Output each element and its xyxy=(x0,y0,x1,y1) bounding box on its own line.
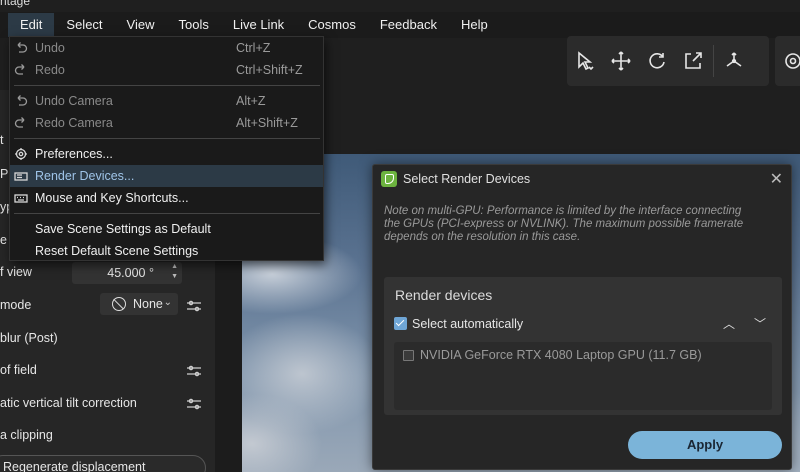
redo-camera-icon xyxy=(14,116,28,130)
menu-cosmos[interactable]: Cosmos xyxy=(296,13,368,37)
transform-toolgroup xyxy=(567,36,769,86)
menu-item-render-devices[interactable]: Render Devices... xyxy=(10,165,323,187)
mode-select-value: None xyxy=(133,297,163,311)
device-checkbox[interactable] xyxy=(403,350,414,361)
shortcut-text: Alt+Shift+Z xyxy=(236,116,298,130)
field-of-view-value: 45.000 ° xyxy=(107,266,154,280)
menu-tools[interactable]: Tools xyxy=(167,13,221,37)
panel-fragment-b: P xyxy=(0,167,9,181)
settings-icon[interactable] xyxy=(775,43,800,79)
render-toolgroup xyxy=(775,36,800,86)
pivot-icon[interactable] xyxy=(716,43,752,79)
clipping-label: a clipping xyxy=(0,428,53,442)
tilt-settings-icon[interactable] xyxy=(186,398,202,410)
menu-view[interactable]: View xyxy=(115,13,167,37)
dof-settings-icon[interactable] xyxy=(186,365,202,377)
rotate-icon[interactable] xyxy=(639,43,675,79)
render-devices-section: Render devices Select automatically ︿ ﹀ … xyxy=(384,277,782,415)
mode-label: mode xyxy=(0,298,32,312)
panel-fragment-a: t xyxy=(0,133,4,147)
shortcut-text: Ctrl+Shift+Z xyxy=(236,63,303,77)
dialog-title: Select Render Devices xyxy=(403,172,531,186)
motion-blur-label: blur (Post) xyxy=(0,331,58,345)
gpu-icon xyxy=(14,169,28,183)
menu-item-label: Preferences... xyxy=(35,147,113,161)
gear-icon xyxy=(14,147,28,161)
field-of-view-label: f view xyxy=(0,265,32,279)
depth-of-field-label: of field xyxy=(0,363,37,377)
menu-feedback[interactable]: Feedback xyxy=(368,13,449,37)
chevron-down-icon: ⌄ xyxy=(163,297,172,308)
regenerate-displacement-button[interactable]: Regenerate displacement xyxy=(0,455,206,472)
scale-icon[interactable] xyxy=(675,43,711,79)
menu-item-label: Mouse and Key Shortcuts... xyxy=(35,191,189,205)
select-arrow-icon[interactable] xyxy=(567,43,603,79)
menu-item-label: Undo xyxy=(35,41,65,55)
menu-item-label: Redo xyxy=(35,63,65,77)
panel-fragment-d: e xyxy=(0,233,7,247)
multi-gpu-note: Note on multi-GPU: Performance is limite… xyxy=(384,205,744,243)
menu-divider xyxy=(14,138,320,139)
app-logo-icon xyxy=(381,171,397,187)
menu-divider xyxy=(14,213,320,214)
toolbar-divider xyxy=(713,45,714,77)
chevron-up-icon[interactable]: ︿ xyxy=(723,315,735,332)
render-devices-dialog: Select Render Devices ✕ Note on multi-GP… xyxy=(372,164,792,470)
chevron-down-icon[interactable]: ﹀ xyxy=(754,315,766,332)
move-icon[interactable] xyxy=(603,43,639,79)
menu-item-undo-camera[interactable]: Undo Camera Alt+Z xyxy=(10,90,323,112)
close-icon[interactable]: ✕ xyxy=(770,169,783,189)
menu-select[interactable]: Select xyxy=(54,13,114,37)
app-title: ntage xyxy=(0,0,31,8)
none-icon xyxy=(112,297,126,311)
menu-help[interactable]: Help xyxy=(449,13,500,37)
select-automatically-checkbox[interactable] xyxy=(394,317,407,330)
menu-live-link[interactable]: Live Link xyxy=(221,13,296,37)
menu-divider xyxy=(14,85,320,86)
redo-icon xyxy=(14,63,28,77)
device-list: NVIDIA GeForce RTX 4080 Laptop GPU (11.7… xyxy=(394,342,772,410)
apply-button[interactable]: Apply xyxy=(628,431,782,459)
menu-item-redo[interactable]: Redo Ctrl+Shift+Z xyxy=(10,59,323,81)
undo-camera-icon xyxy=(14,94,28,108)
menu-item-label: Save Scene Settings as Default xyxy=(35,222,211,236)
undo-icon xyxy=(14,41,28,55)
keyboard-icon xyxy=(14,191,28,205)
menu-item-label: Undo Camera xyxy=(35,94,113,108)
menu-item-reset-scene-settings[interactable]: Reset Default Scene Settings xyxy=(10,240,323,262)
menu-edit[interactable]: Edit xyxy=(8,13,55,37)
section-title: Render devices xyxy=(395,287,493,303)
shortcut-text: Alt+Z xyxy=(236,94,266,108)
menu-item-label: Render Devices... xyxy=(35,169,135,183)
shortcut-text: Ctrl+Z xyxy=(236,41,271,55)
tilt-correction-label: atic vertical tilt correction xyxy=(0,396,137,410)
menu-item-preferences[interactable]: Preferences... xyxy=(10,143,323,165)
spinner-arrows-icon[interactable]: ▲ ▼ xyxy=(171,262,178,282)
mode-settings-icon[interactable] xyxy=(186,300,202,312)
menu-item-save-scene-settings[interactable]: Save Scene Settings as Default xyxy=(10,218,323,240)
device-label[interactable]: NVIDIA GeForce RTX 4080 Laptop GPU (11.7… xyxy=(420,348,702,362)
menu-item-label: Reset Default Scene Settings xyxy=(35,244,199,258)
menu-item-undo[interactable]: Undo Ctrl+Z xyxy=(10,37,323,59)
mode-select[interactable]: None ⌄ xyxy=(100,293,178,315)
menu-item-label: Redo Camera xyxy=(35,116,113,130)
menu-item-redo-camera[interactable]: Redo Camera Alt+Shift+Z xyxy=(10,112,323,134)
menu-item-mouse-key-shortcuts[interactable]: Mouse and Key Shortcuts... xyxy=(10,187,323,209)
select-automatically-label[interactable]: Select automatically xyxy=(412,317,523,331)
field-of-view-input[interactable]: 45.000 ° ▲ ▼ xyxy=(72,262,182,284)
edit-menu-dropdown: Undo Ctrl+Z Redo Ctrl+Shift+Z Undo Camer… xyxy=(9,36,324,261)
menubar: Edit Select View Tools Live Link Cosmos … xyxy=(0,12,800,38)
